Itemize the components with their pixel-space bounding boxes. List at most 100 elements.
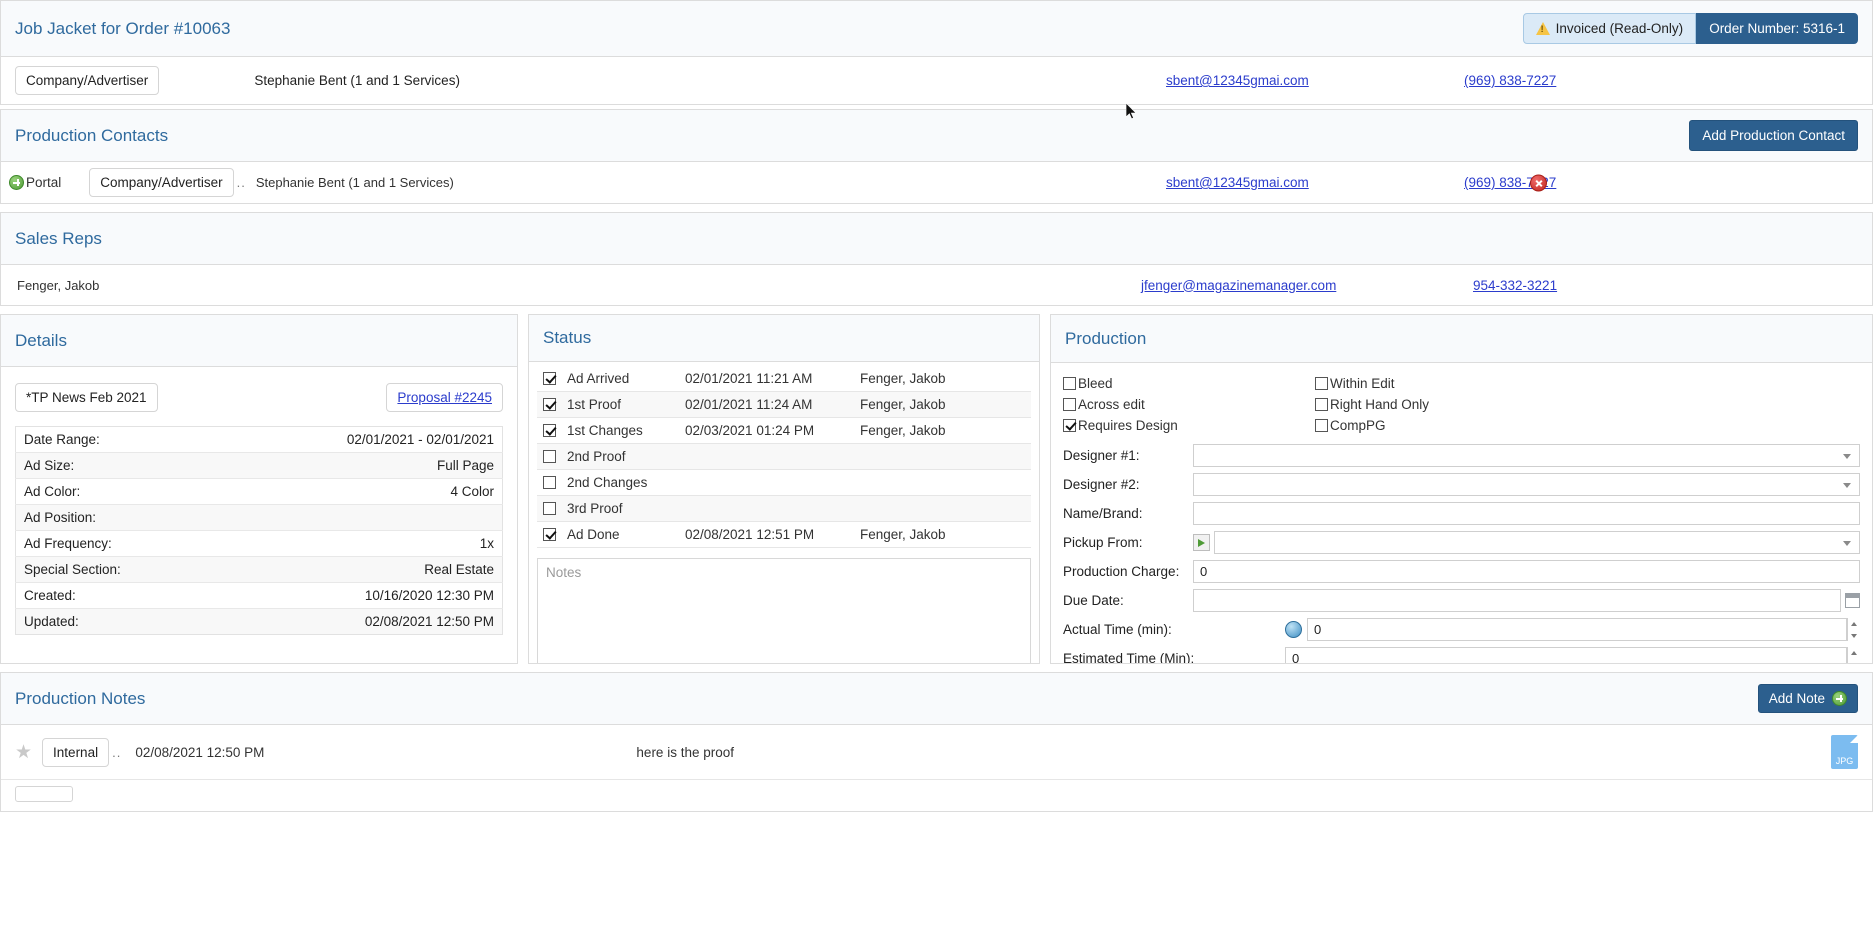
status-row[interactable]: Ad Done 02/08/2021 12:51 PM Fenger, Jako… (537, 522, 1031, 548)
designer-2-select[interactable] (1193, 473, 1860, 496)
status-date: 02/03/2021 01:24 PM (685, 423, 860, 438)
status-label: 1st Proof (567, 397, 685, 412)
within-edit-label: Within Edit (1330, 376, 1395, 391)
checkbox-across-edit[interactable]: Across edit (1063, 394, 1315, 415)
checkbox-bleed[interactable]: Bleed (1063, 373, 1315, 394)
production-contact-name: Stephanie Bent (1 and 1 Services) (256, 175, 454, 190)
due-date-label: Due Date: (1063, 593, 1193, 608)
production-checks-right: Within Edit Right Hand Only CompPG (1315, 373, 1567, 436)
pickup-from-label: Pickup From: (1063, 535, 1193, 550)
checkbox-right-hand-only[interactable]: Right Hand Only (1315, 394, 1567, 415)
status-checkbox[interactable] (543, 476, 556, 489)
status-notes-textarea[interactable]: Notes (537, 558, 1031, 663)
sales-reps-title: Sales Reps (15, 229, 102, 249)
status-checkbox[interactable] (543, 502, 556, 515)
field-production-charge: Production Charge: 0 (1063, 560, 1860, 583)
status-row[interactable]: 1st Proof 02/01/2021 11:24 AM Fenger, Ja… (537, 392, 1031, 418)
comppg-label: CompPG (1330, 418, 1386, 433)
status-label: 1st Changes (567, 423, 685, 438)
invoiced-badge-label: Invoiced (Read-Only) (1556, 21, 1684, 36)
status-row[interactable]: 2nd Changes (537, 470, 1031, 496)
checkbox-within-edit[interactable]: Within Edit (1315, 373, 1567, 394)
clock-icon[interactable] (1285, 621, 1302, 638)
delete-contact-icon[interactable] (1530, 174, 1547, 191)
sales-rep-row: Fenger, Jakob jfenger@magazinemanager.co… (1, 265, 1872, 305)
proposal-link[interactable]: Proposal #2245 (397, 390, 492, 405)
sales-rep-email-link[interactable]: jfenger@magazinemanager.com (1141, 278, 1336, 293)
add-note-button[interactable]: Add Note (1758, 684, 1858, 713)
company-phone-link[interactable]: (969) 838-7227 (1464, 73, 1556, 88)
checkbox-requires-design[interactable]: Requires Design (1063, 415, 1315, 436)
add-production-contact-button[interactable]: Add Production Contact (1689, 120, 1858, 151)
status-row[interactable]: 1st Changes 02/03/2021 01:24 PM Fenger, … (537, 418, 1031, 444)
jpg-attachment-icon[interactable]: JPG (1831, 735, 1858, 769)
pickup-from-select[interactable] (1214, 531, 1860, 554)
add-plus-icon[interactable] (9, 175, 24, 190)
right-hand-only-checkbox[interactable] (1315, 398, 1328, 411)
bleed-checkbox[interactable] (1063, 377, 1076, 390)
status-checkbox[interactable] (543, 398, 556, 411)
order-number-label: Order Number: 5316-1 (1709, 21, 1845, 36)
production-charge-input[interactable]: 0 (1193, 560, 1860, 583)
status-row[interactable]: 3rd Proof (537, 496, 1031, 522)
company-type-pill[interactable]: Company/Advertiser (15, 66, 159, 95)
detail-label: Created: (16, 583, 215, 609)
designer-1-select[interactable] (1193, 444, 1860, 467)
note-text: here is the proof (636, 745, 734, 760)
status-column: Status Ad Arrived 02/01/2021 11:21 AM Fe… (528, 314, 1040, 664)
invoiced-readonly-badge[interactable]: Invoiced (Read-Only) (1523, 13, 1697, 44)
due-date-input[interactable] (1193, 589, 1841, 612)
status-label: Ad Done (567, 527, 685, 542)
status-checkbox[interactable] (543, 372, 556, 385)
right-hand-only-label: Right Hand Only (1330, 397, 1429, 412)
sales-reps-header: Sales Reps (1, 213, 1872, 265)
checkbox-comppg[interactable]: CompPG (1315, 415, 1567, 436)
header-badges: Invoiced (Read-Only) Order Number: 5316-… (1523, 13, 1858, 44)
details-table: Date Range: 02/01/2021 - 02/01/2021 Ad S… (15, 426, 503, 635)
comppg-checkbox[interactable] (1315, 419, 1328, 432)
name-brand-label: Name/Brand: (1063, 506, 1193, 521)
actual-time-input[interactable]: 0 (1307, 618, 1847, 641)
table-row: Ad Position: (16, 505, 503, 531)
calendar-icon[interactable] (1845, 593, 1860, 608)
status-user: Fenger, Jakob (860, 527, 946, 542)
estimated-time-input[interactable]: 0 (1285, 647, 1847, 663)
proposal-link-pill[interactable]: Proposal #2245 (386, 383, 503, 412)
contact-type-pill[interactable]: Company/Advertiser (89, 168, 233, 197)
status-row[interactable]: Ad Arrived 02/01/2021 11:21 AM Fenger, J… (537, 366, 1031, 392)
contact-type-overflow-dots[interactable]: .. (237, 175, 246, 190)
detail-label: Ad Position: (16, 505, 215, 531)
within-edit-checkbox[interactable] (1315, 377, 1328, 390)
detail-value: 4 Color (215, 479, 503, 505)
detail-value: 10/16/2020 12:30 PM (215, 583, 503, 609)
requires-design-checkbox[interactable] (1063, 419, 1076, 432)
status-date: 02/01/2021 11:21 AM (685, 371, 860, 386)
production-contact-email-link[interactable]: sbent@12345gmai.com (1166, 175, 1309, 190)
company-email-link[interactable]: sbent@12345gmai.com (1166, 73, 1309, 88)
note-scope-overflow-dots[interactable]: .. (112, 745, 121, 760)
status-checkbox[interactable] (543, 528, 556, 541)
sales-rep-phone-link[interactable]: 954-332-3221 (1473, 278, 1557, 293)
across-edit-checkbox[interactable] (1063, 398, 1076, 411)
field-name-brand: Name/Brand: (1063, 502, 1860, 525)
status-panel: Status Ad Arrived 02/01/2021 11:21 AM Fe… (528, 314, 1040, 664)
pickup-page-arrow-icon[interactable] (1193, 534, 1210, 551)
publication-pill[interactable]: *TP News Feb 2021 (15, 383, 158, 412)
order-number-badge[interactable]: Order Number: 5316-1 (1696, 13, 1858, 44)
status-checkbox[interactable] (543, 424, 556, 437)
production-charge-label: Production Charge: (1063, 564, 1193, 579)
name-brand-input[interactable] (1193, 502, 1860, 525)
warning-triangle-icon (1536, 22, 1550, 35)
job-jacket-header: Job Jacket for Order #10063 Invoiced (Re… (1, 1, 1872, 57)
estimated-time-stepper[interactable] (1847, 647, 1860, 663)
actual-time-stepper[interactable] (1847, 618, 1860, 641)
status-checkbox[interactable] (543, 450, 556, 463)
note-scope-pill-partial[interactable] (15, 786, 73, 802)
star-icon[interactable]: ★ (15, 743, 32, 762)
status-date: 02/08/2021 12:51 PM (685, 527, 860, 542)
status-row[interactable]: 2nd Proof (537, 444, 1031, 470)
detail-value: 02/01/2021 - 02/01/2021 (215, 427, 503, 453)
status-title: Status (543, 328, 591, 348)
sales-rep-name: Fenger, Jakob (17, 278, 99, 293)
note-scope-pill[interactable]: Internal (42, 738, 109, 767)
